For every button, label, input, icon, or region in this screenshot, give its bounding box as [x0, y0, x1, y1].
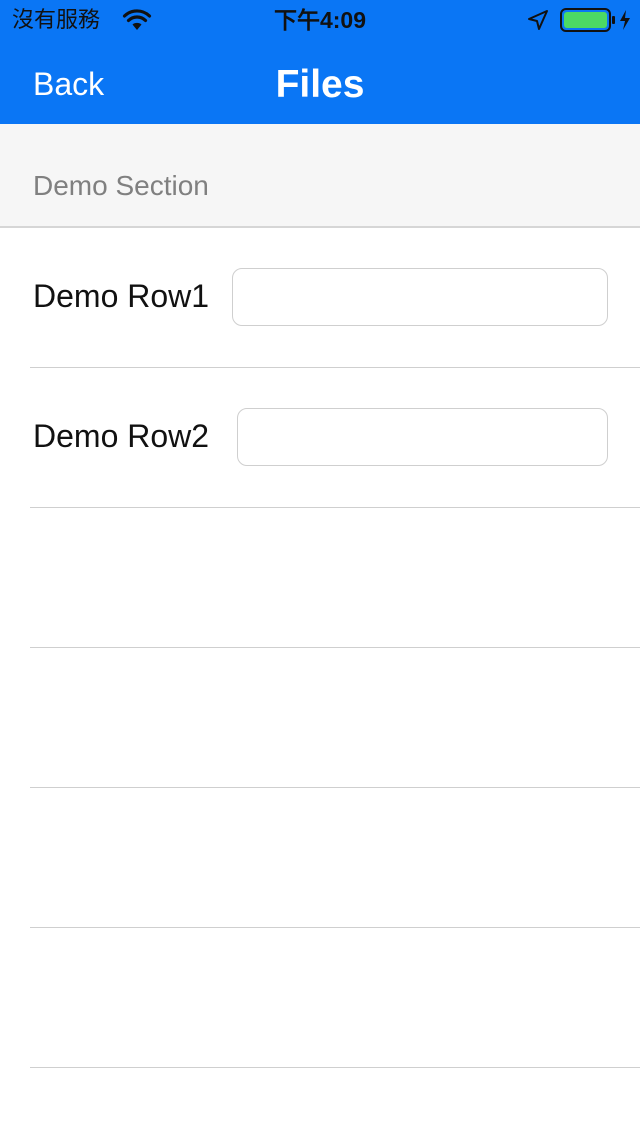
row-label: Demo Row2 — [33, 418, 210, 454]
empty-row — [0, 508, 640, 648]
row1-text-field[interactable] — [232, 268, 608, 326]
charging-icon — [620, 10, 630, 30]
row2-text-field[interactable] — [237, 408, 608, 466]
battery-icon — [560, 8, 615, 32]
empty-row — [0, 788, 640, 928]
location-icon — [528, 10, 548, 30]
empty-row — [0, 928, 640, 1068]
status-bar: 沒有服務 下午4:09 — [0, 0, 640, 40]
section-title: Demo Section — [33, 170, 209, 201]
battery-fill — [564, 12, 607, 28]
page-title: Files — [275, 63, 365, 106]
table-row: Demo Row1 — [0, 228, 640, 368]
table-row: Demo Row2 — [0, 368, 640, 508]
section-header: Demo Section — [0, 124, 640, 228]
row-label: Demo Row1 — [33, 278, 210, 314]
top-bar: 沒有服務 下午4:09 Back Files — [0, 0, 640, 124]
row-separator — [30, 1067, 640, 1068]
navigation-bar: Back Files — [0, 40, 640, 124]
screen: 沒有服務 下午4:09 Back Files Demo Section Demo… — [0, 0, 640, 1136]
empty-row — [0, 648, 640, 788]
